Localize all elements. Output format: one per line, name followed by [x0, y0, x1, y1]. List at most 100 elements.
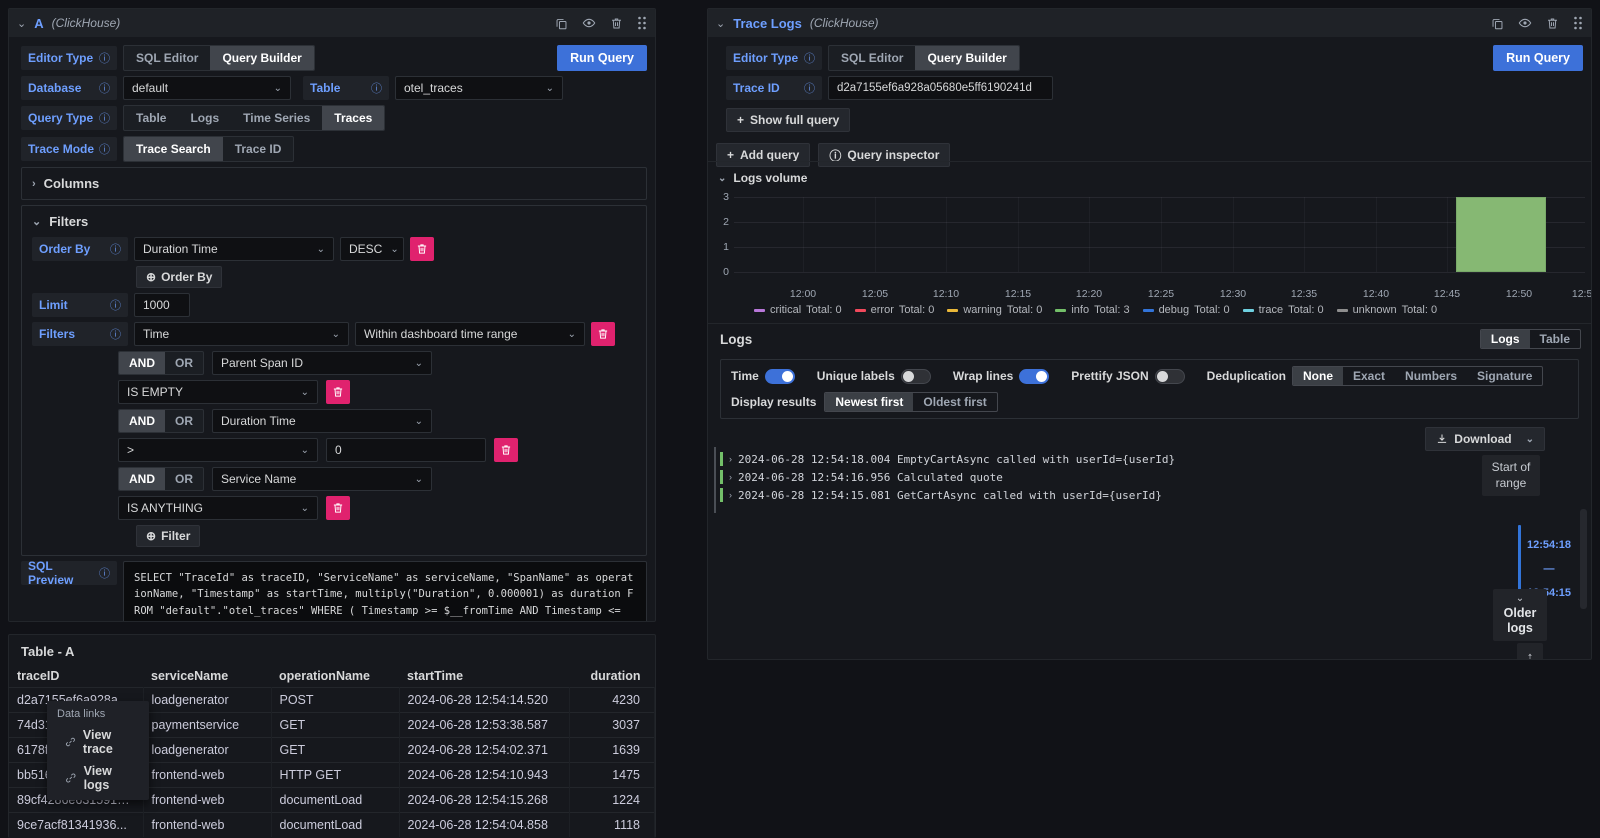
add-order-by-button[interactable]: ⊕ Order By — [136, 266, 222, 288]
legend-item[interactable]: debugTotal: 0 — [1143, 304, 1230, 316]
legend-item[interactable]: infoTotal: 3 — [1055, 304, 1129, 316]
trace-search-option[interactable]: Trace Search — [124, 137, 223, 161]
info-icon[interactable]: ⓘ — [110, 297, 121, 313]
legend-item[interactable]: errorTotal: 0 — [855, 304, 935, 316]
column-header-servicename[interactable]: serviceName — [143, 665, 271, 688]
or-option[interactable]: OR — [165, 410, 203, 432]
view-logs-link[interactable]: View logs — [47, 760, 149, 796]
legend-item[interactable]: criticalTotal: 0 — [754, 304, 842, 316]
copy-icon[interactable] — [555, 17, 568, 30]
filter-operator-select[interactable]: IS EMPTY⌄ — [118, 380, 318, 404]
chevron-right-icon[interactable]: › — [729, 472, 732, 482]
remove-filter-button[interactable] — [326, 496, 350, 520]
sql-editor-option[interactable]: SQL Editor — [829, 46, 915, 70]
chevron-right-icon[interactable]: › — [729, 454, 732, 464]
and-option[interactable]: AND — [119, 352, 165, 374]
info-icon[interactable]: ⓘ — [99, 110, 110, 126]
info-icon[interactable]: ⓘ — [99, 565, 110, 581]
info-logs-bar[interactable] — [1456, 197, 1546, 272]
remove-time-filter-button[interactable] — [591, 322, 615, 346]
info-icon[interactable]: ⓘ — [804, 80, 815, 96]
dedup-signature-option[interactable]: Signature — [1467, 367, 1542, 385]
order-by-direction-select[interactable]: DESC⌄ — [340, 237, 404, 261]
and-option[interactable]: AND — [119, 468, 165, 490]
legend-item[interactable]: unknownTotal: 0 — [1337, 304, 1438, 316]
eye-icon[interactable] — [1518, 16, 1532, 30]
info-icon[interactable]: ⓘ — [99, 80, 110, 96]
info-icon[interactable]: ⓘ — [110, 326, 121, 342]
log-row[interactable]: › 2024-06-28 12:54:16.956 Calculated quo… — [720, 469, 1492, 485]
or-option[interactable]: OR — [165, 468, 203, 490]
logs-volume-toggle[interactable]: ⌄ Logs volume — [718, 171, 807, 185]
plot-area[interactable] — [734, 187, 1585, 287]
filter-time-range-select[interactable]: Within dashboard time range⌄ — [355, 322, 585, 346]
dedup-numbers-option[interactable]: Numbers — [1395, 367, 1467, 385]
add-filter-button[interactable]: ⊕ Filter — [136, 525, 200, 547]
copy-icon[interactable] — [1491, 17, 1504, 30]
trace-id-link[interactable]: 9ce7acf81341936... — [9, 813, 143, 838]
query-type-logs[interactable]: Logs — [178, 106, 231, 130]
trace-id-input[interactable]: d2a7155ef6a928a05680e5ff6190241d — [828, 76, 1053, 100]
order-by-field-select[interactable]: Duration Time⌄ — [134, 237, 334, 261]
column-header-duration[interactable]: duration — [569, 665, 655, 688]
scrollbar[interactable] — [1580, 509, 1587, 609]
log-row[interactable]: › 2024-06-28 12:54:18.004 EmptyCartAsync… — [720, 451, 1492, 467]
show-full-query-button[interactable]: + Show full query — [726, 108, 850, 132]
oldest-first-option[interactable]: Oldest first — [913, 393, 996, 411]
remove-filter-button[interactable] — [326, 380, 350, 404]
scroll-to-top-button[interactable]: ↑ — [1517, 643, 1543, 660]
drag-handle-icon[interactable] — [637, 16, 647, 30]
and-option[interactable]: AND — [119, 410, 165, 432]
time-toggle[interactable] — [765, 369, 795, 384]
log-row[interactable]: › 2024-06-28 12:54:15.081 GetCartAsync c… — [720, 487, 1492, 503]
drag-handle-icon[interactable] — [1573, 16, 1583, 30]
filter-value-input[interactable]: 0 — [326, 438, 486, 462]
legend-item[interactable]: traceTotal: 0 — [1243, 304, 1324, 316]
filter-field-select[interactable]: Service Name⌄ — [212, 467, 432, 491]
chevron-down-icon[interactable]: ⌄ — [716, 17, 725, 30]
database-select[interactable]: default⌄ — [123, 76, 291, 100]
sql-editor-option[interactable]: SQL Editor — [124, 46, 210, 70]
run-query-button[interactable]: Run Query — [1493, 45, 1583, 71]
trace-id-option[interactable]: Trace ID — [223, 137, 294, 161]
panel-a-header[interactable]: ⌄ A (ClickHouse) — [9, 9, 655, 37]
unique-labels-toggle[interactable] — [901, 369, 931, 384]
chevron-right-icon[interactable]: › — [729, 490, 732, 500]
eye-icon[interactable] — [582, 16, 596, 30]
filter-operator-select[interactable]: >⌄ — [118, 438, 318, 462]
older-logs-button[interactable]: ⌄ Older logs — [1493, 589, 1547, 641]
column-header-traceid[interactable]: traceID — [9, 665, 143, 688]
chevron-down-icon[interactable]: ⌄ — [17, 17, 26, 30]
column-header-starttime[interactable]: startTime — [399, 665, 569, 688]
trace-logs-header[interactable]: ⌄ Trace Logs (ClickHouse) — [708, 9, 1591, 37]
filter-field-select[interactable]: Duration Time⌄ — [212, 409, 432, 433]
download-button[interactable]: Download ⌄ — [1425, 427, 1545, 451]
query-builder-option[interactable]: Query Builder — [210, 46, 313, 70]
query-type-table[interactable]: Table — [124, 106, 178, 130]
legend-item[interactable]: warningTotal: 0 — [947, 304, 1042, 316]
column-header-operationname[interactable]: operationName — [271, 665, 399, 688]
dedup-none-option[interactable]: None — [1293, 367, 1343, 385]
run-query-button[interactable]: Run Query — [557, 45, 647, 71]
info-icon[interactable]: ⓘ — [110, 241, 121, 257]
query-type-traces[interactable]: Traces — [322, 106, 384, 130]
filter-operator-select[interactable]: IS ANYTHING⌄ — [118, 496, 318, 520]
table-select[interactable]: otel_traces⌄ — [395, 76, 563, 100]
columns-section-toggle[interactable]: › Columns — [32, 174, 636, 193]
filter-field-select[interactable]: Parent Span ID⌄ — [212, 351, 432, 375]
view-trace-link[interactable]: View trace — [47, 724, 149, 760]
remove-filter-button[interactable] — [494, 438, 518, 462]
newest-first-option[interactable]: Newest first — [825, 393, 913, 411]
filter-time-field-select[interactable]: Time⌄ — [134, 322, 349, 346]
wrap-lines-toggle[interactable] — [1019, 369, 1049, 384]
trash-icon[interactable] — [610, 17, 623, 30]
filters-section-toggle[interactable]: ⌄ Filters — [32, 212, 636, 231]
info-icon[interactable]: ⓘ — [804, 50, 815, 66]
or-option[interactable]: OR — [165, 352, 203, 374]
logs-view-option[interactable]: Logs — [1481, 330, 1530, 348]
info-icon[interactable]: ⓘ — [371, 80, 382, 96]
info-icon[interactable]: ⓘ — [99, 141, 110, 157]
remove-order-by-button[interactable] — [410, 237, 434, 261]
table-view-option[interactable]: Table — [1530, 330, 1580, 348]
query-type-timeseries[interactable]: Time Series — [231, 106, 322, 130]
